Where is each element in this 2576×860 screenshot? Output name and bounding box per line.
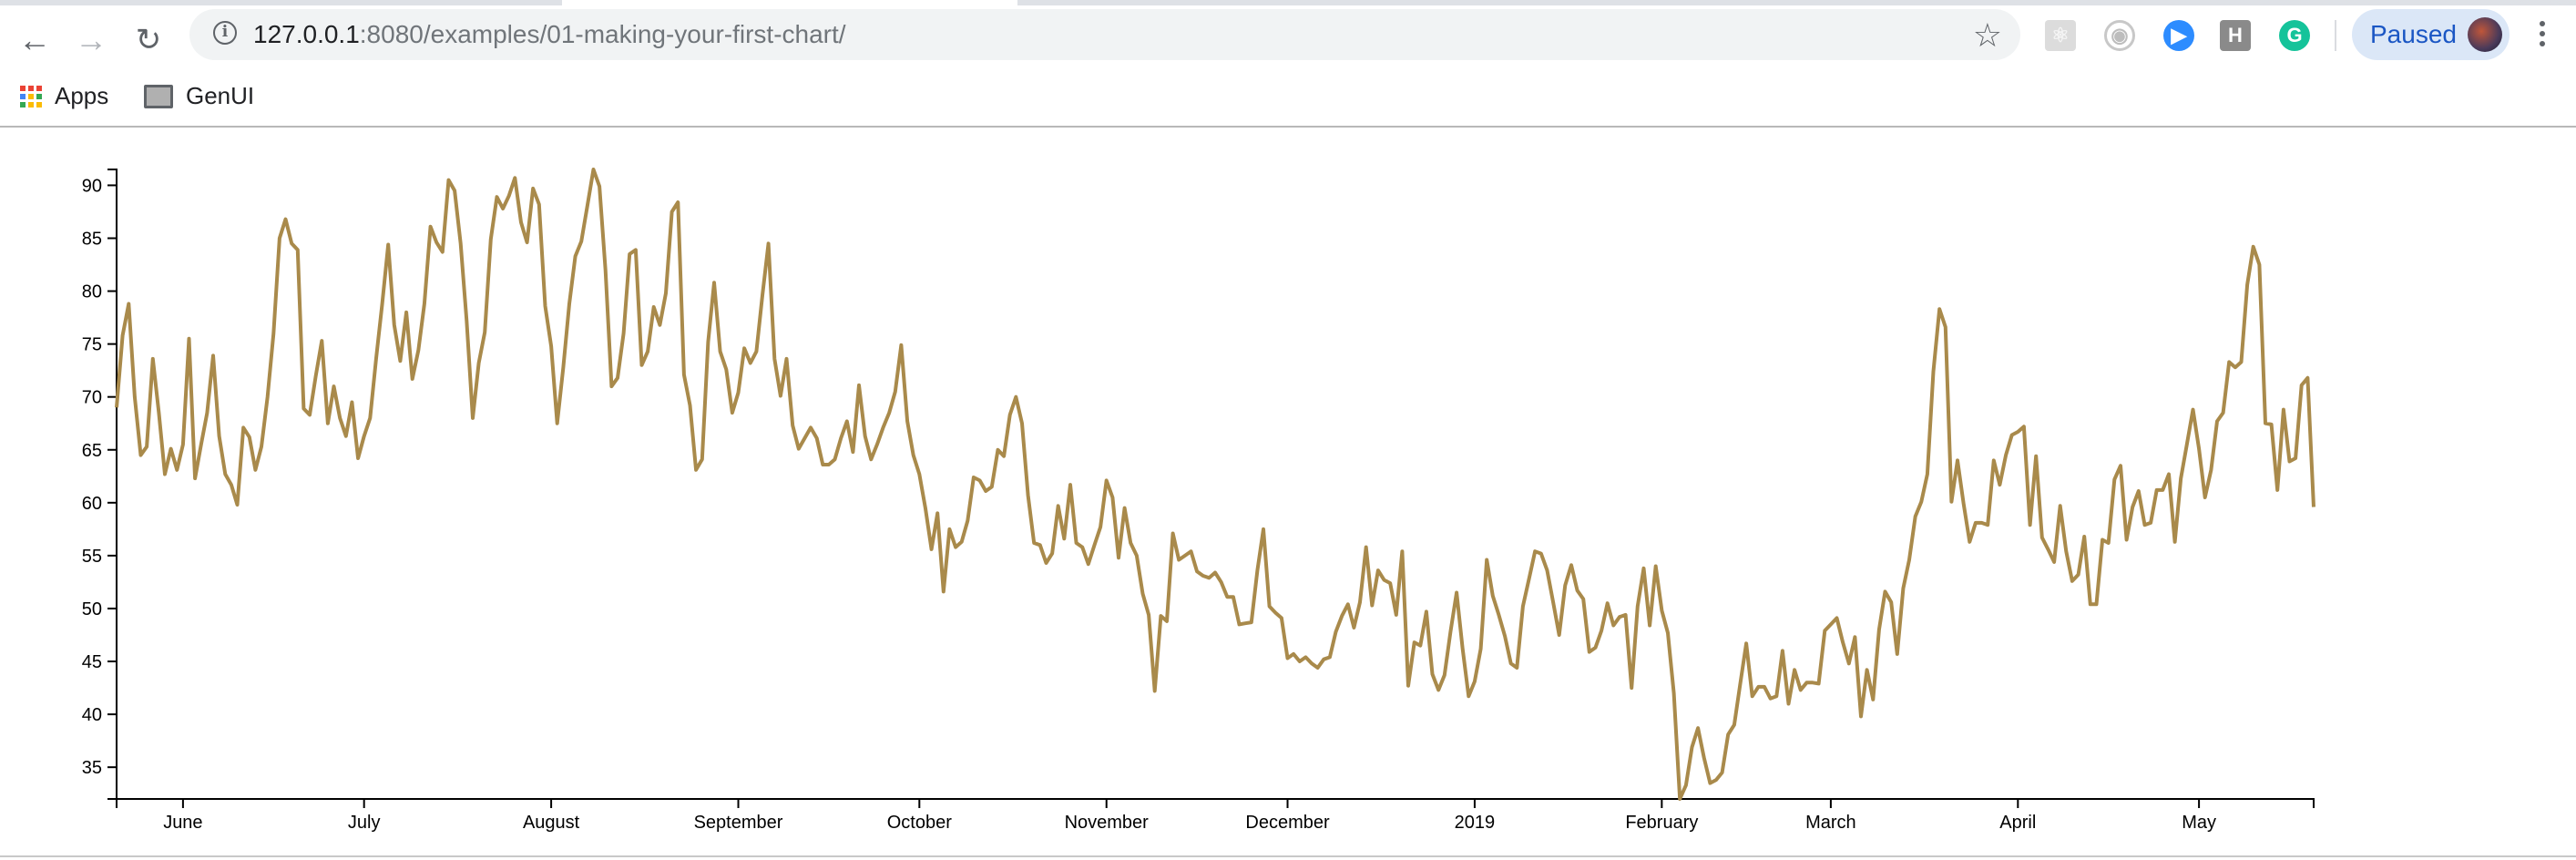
url-path: :8080/examples/01-making-your-first-char…	[359, 20, 846, 48]
bookmark-genui-folder[interactable]: GenUI	[144, 82, 254, 110]
url-text[interactable]: 127.0.0.1:8080/examples/01-making-your-f…	[253, 20, 846, 49]
toolbar-separator	[2335, 20, 2336, 51]
y-tick-label: 35	[82, 758, 102, 778]
address-bar[interactable]: i 127.0.0.1:8080/examples/01-making-your…	[189, 9, 2020, 60]
y-tick-label: 45	[82, 652, 102, 672]
y-tick-label: 40	[82, 705, 102, 725]
bookmark-star-icon[interactable]: ☆	[1973, 16, 2002, 55]
y-tick-label: 70	[82, 388, 102, 408]
x-tick-label: May	[2182, 813, 2216, 833]
h-extension-icon[interactable]: H	[2220, 20, 2251, 51]
menu-kebab-icon[interactable]	[2537, 18, 2548, 51]
profile-button[interactable]: Paused	[2352, 9, 2510, 60]
apps-grid-icon	[20, 85, 42, 108]
folder-icon	[144, 84, 173, 108]
y-axis: 35 40 45 50 55 60 65 70 75 80 85 90	[82, 169, 118, 800]
x-tick-label: April	[1999, 813, 2036, 833]
y-tick-label: 55	[82, 547, 102, 567]
page-bottom-border	[0, 855, 2576, 857]
url-host: 127.0.0.1	[253, 20, 360, 48]
y-tick-label: 85	[82, 229, 102, 249]
x-tick-label: June	[163, 813, 202, 833]
y-tick-label: 60	[82, 494, 102, 514]
bookmark-label: GenUI	[186, 82, 255, 109]
back-arrow-icon[interactable]: ←	[18, 24, 51, 56]
y-tick-label: 90	[82, 176, 102, 196]
react-devtools-icon[interactable]: ⚛	[2045, 20, 2076, 51]
x-tick-label: September	[694, 813, 783, 833]
x-tick-label: July	[348, 813, 381, 833]
x-tick-label: November	[1065, 813, 1150, 833]
y-tick-label: 65	[82, 441, 102, 461]
y-axis-domain	[107, 169, 118, 800]
x-tick-label: October	[887, 813, 952, 833]
y-tick-label: 50	[82, 599, 102, 619]
x-axis: June July August September October November De…	[116, 798, 2315, 833]
record-icon[interactable]: ◉	[2104, 20, 2135, 51]
x-tick-label: February	[1625, 813, 1698, 833]
browser-toolbar: ← → ↻ i 127.0.0.1:8080/examples/01-makin…	[0, 5, 2576, 66]
site-info-icon[interactable]: i	[213, 21, 237, 45]
bookmark-apps[interactable]: Apps	[20, 82, 108, 110]
reload-icon[interactable]: ↻	[132, 24, 165, 56]
x-tick-label: August	[523, 813, 580, 833]
x-tick-label: 2019	[1455, 813, 1496, 833]
x-axis-domain	[116, 798, 2315, 808]
bookmark-label: Apps	[55, 82, 109, 109]
avatar	[2468, 17, 2502, 52]
line-chart: 35 40 45 50 55 60 65 70 75 80 85 90 June July August S…	[82, 168, 2315, 833]
profile-status: Paused	[2370, 20, 2457, 48]
bookmarks-bar: Apps GenUI	[0, 66, 2576, 128]
grammarly-icon[interactable]: G	[2279, 20, 2310, 51]
y-tick-label: 75	[82, 335, 102, 355]
y-tick-label: 80	[82, 282, 102, 302]
x-tick-label: March	[1805, 813, 1856, 833]
x-tick-label: December	[1245, 813, 1330, 833]
forward-arrow-icon[interactable]: →	[75, 24, 107, 56]
zoom-icon[interactable]: ▶	[2163, 20, 2194, 51]
series-line	[115, 168, 2315, 801]
